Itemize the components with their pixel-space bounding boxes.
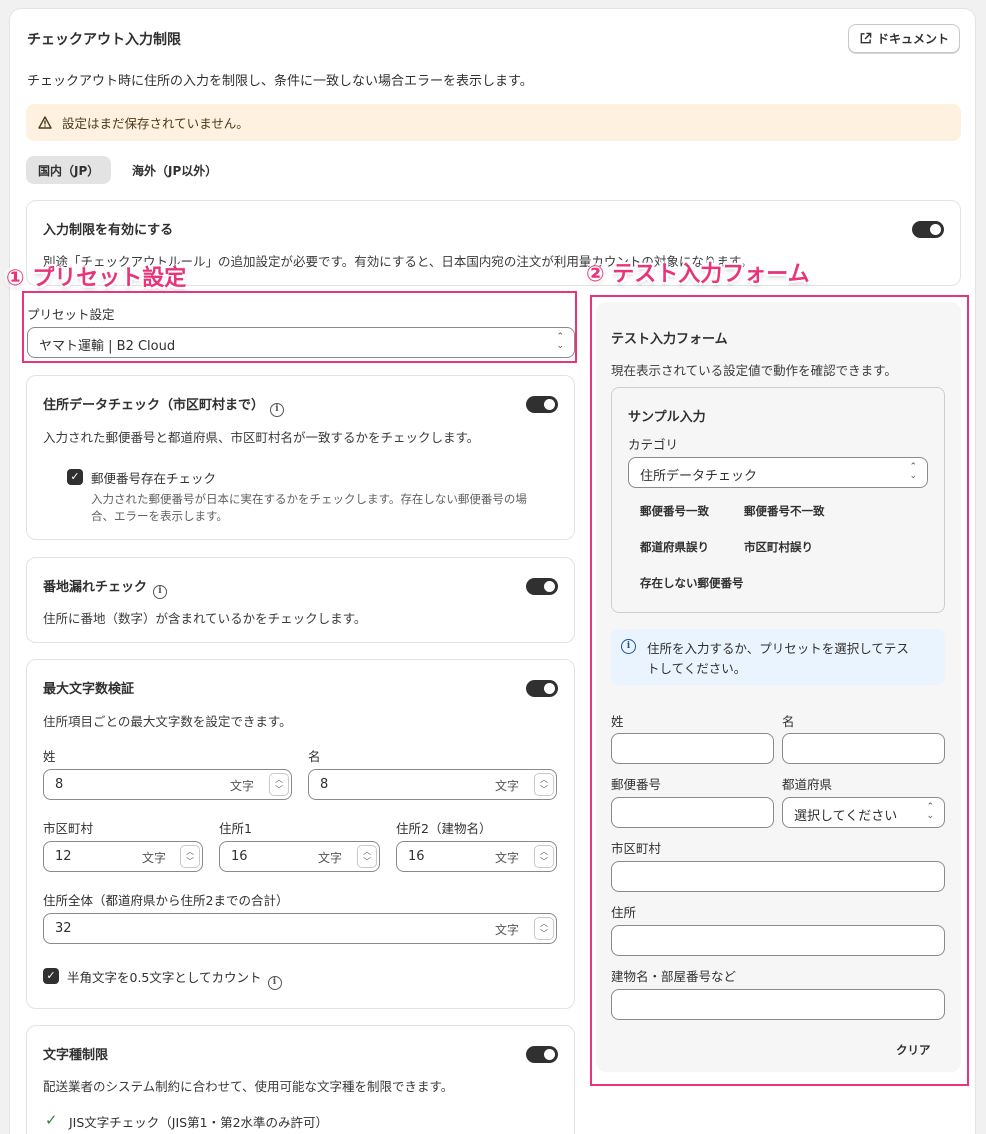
warning-icon xyxy=(38,116,52,129)
documentation-button[interactable]: ドキュメント xyxy=(848,24,960,53)
tab-domestic[interactable]: 国内（JP） xyxy=(26,156,112,184)
annotation-test-form: ② テスト入力フォーム xyxy=(586,262,810,287)
halfwidth-label: 半角文字を0.5文字としてカウント xyxy=(67,970,262,985)
unit-label: 文字 xyxy=(142,851,167,865)
tab-overseas[interactable]: 海外（JP以外） xyxy=(120,156,229,184)
postal-check-desc-1: 入力された郵便番号が日本に実在するかをチェックします。存在しない郵便番号の場 xyxy=(91,492,527,506)
addr1-max-value: 16 xyxy=(231,849,248,864)
addr1-max-input[interactable]: 16 文字 ︿ ﹀ xyxy=(219,841,380,872)
page-title: チェックアウト入力制限 xyxy=(27,32,181,48)
info-icon[interactable]: i xyxy=(267,976,282,990)
annotation-test-form-box xyxy=(590,295,969,1086)
addr1-max-label: 住所1 xyxy=(219,821,252,836)
unit-label: 文字 xyxy=(495,779,520,793)
total-max-label: 住所全体（都道府県から住所2までの合計） xyxy=(43,893,289,908)
banchi-title: 番地漏れチェック xyxy=(43,580,148,595)
enable-toggle[interactable] xyxy=(912,221,944,238)
jis-check-label: JIS文字チェック（JIS第1・第2水準のみ許可） xyxy=(69,1115,329,1130)
max-length-card: 最大文字数検証 住所項目ごとの最大文字数を設定できます。 姓 8 文字 ︿ ﹀ 名… xyxy=(26,659,575,1009)
chartype-card: 文字種制限 配送業者のシステム制約に合わせて、使用可能な文字種を制限できます。 … xyxy=(26,1025,575,1134)
address-check-title: 住所データチェック（市区町村まで） xyxy=(43,398,265,413)
address-check-heading: 住所データチェック（市区町村まで） i xyxy=(43,394,285,417)
stepper-icon[interactable]: ︿ ﹀ xyxy=(534,773,554,796)
total-max-value: 32 xyxy=(55,921,72,936)
banchi-description: 住所に番地（数字）が含まれているかをチェックします。 xyxy=(43,611,367,626)
enable-title: 入力制限を有効にする xyxy=(43,223,174,238)
info-icon[interactable]: i xyxy=(270,403,285,417)
sei-max-label: 姓 xyxy=(43,749,56,764)
total-max-input[interactable]: 32 文字 ︿ ﹀ xyxy=(43,913,557,944)
addr2-max-label: 住所2（建物名） xyxy=(396,821,492,836)
sei-max-value: 8 xyxy=(55,777,64,792)
mei-max-value: 8 xyxy=(320,777,329,792)
stepper-icon[interactable]: ︿ ﹀ xyxy=(534,845,554,868)
stepper-icon[interactable]: ︿ ﹀ xyxy=(180,845,200,868)
city-max-input[interactable]: 12 文字 ︿ ﹀ xyxy=(43,841,203,872)
unit-label: 文字 xyxy=(495,923,520,937)
sei-max-input[interactable]: 8 文字 ︿ ﹀ xyxy=(43,769,292,800)
external-link-icon xyxy=(860,32,872,44)
postal-check-desc-2: 合、エラーを表示します。 xyxy=(91,509,228,523)
mei-max-input[interactable]: 8 文字 ︿ ﹀ xyxy=(308,769,557,800)
max-length-toggle[interactable] xyxy=(526,680,558,697)
stepper-icon[interactable]: ︿ ﹀ xyxy=(269,773,289,796)
city-max-label: 市区町村 xyxy=(43,821,94,836)
info-icon[interactable]: i xyxy=(153,585,168,599)
mei-max-label: 名 xyxy=(308,749,321,764)
banchi-toggle[interactable] xyxy=(526,578,558,595)
max-length-description: 住所項目ごとの最大文字数を設定できます。 xyxy=(43,714,292,729)
unit-label: 文字 xyxy=(318,851,343,865)
postal-check-checkbox[interactable]: ✓ xyxy=(67,469,83,485)
check-icon: ✓ xyxy=(45,1111,58,1129)
halfwidth-checkbox[interactable]: ✓ xyxy=(43,968,59,984)
unsaved-warning-banner: 設定はまだ保存されていません。 xyxy=(26,104,961,141)
unit-label: 文字 xyxy=(495,851,520,865)
max-length-title: 最大文字数検証 xyxy=(43,682,135,697)
page-description: チェックアウト時に住所の入力を制限し、条件に一致しない場合エラーを表示します。 xyxy=(27,74,533,89)
postal-check-label: 郵便番号存在チェック xyxy=(91,471,217,486)
chartype-title: 文字種制限 xyxy=(43,1048,109,1063)
chartype-toggle[interactable] xyxy=(526,1046,558,1063)
annotation-preset-box xyxy=(22,291,577,363)
banchi-check-card: 番地漏れチェック i 住所に番地（数字）が含まれているかをチェックします。 xyxy=(26,557,575,643)
address-check-toggle[interactable] xyxy=(526,396,558,413)
documentation-label: ドキュメント xyxy=(876,32,949,46)
addr2-max-value: 16 xyxy=(408,849,425,864)
address-check-description: 入力された郵便番号と都道府県、市区町村名が一致するかをチェックします。 xyxy=(43,430,480,445)
halfwidth-heading: 半角文字を0.5文字としてカウント i xyxy=(67,967,282,990)
banchi-heading: 番地漏れチェック i xyxy=(43,576,168,599)
warning-text: 設定はまだ保存されていません。 xyxy=(62,116,249,131)
stepper-icon[interactable]: ︿ ﹀ xyxy=(534,917,554,940)
chartype-description: 配送業者のシステム制約に合わせて、使用可能な文字種を制限できます。 xyxy=(43,1079,454,1094)
annotation-preset: ① プリセット設定 xyxy=(6,266,187,291)
address-check-card: 住所データチェック（市区町村まで） i 入力された郵便番号と都道府県、市区町村名が… xyxy=(26,375,575,540)
city-max-value: 12 xyxy=(55,849,72,864)
unit-label: 文字 xyxy=(230,779,255,793)
addr2-max-input[interactable]: 16 文字 ︿ ﹀ xyxy=(396,841,557,872)
stepper-icon[interactable]: ︿ ﹀ xyxy=(357,845,377,868)
